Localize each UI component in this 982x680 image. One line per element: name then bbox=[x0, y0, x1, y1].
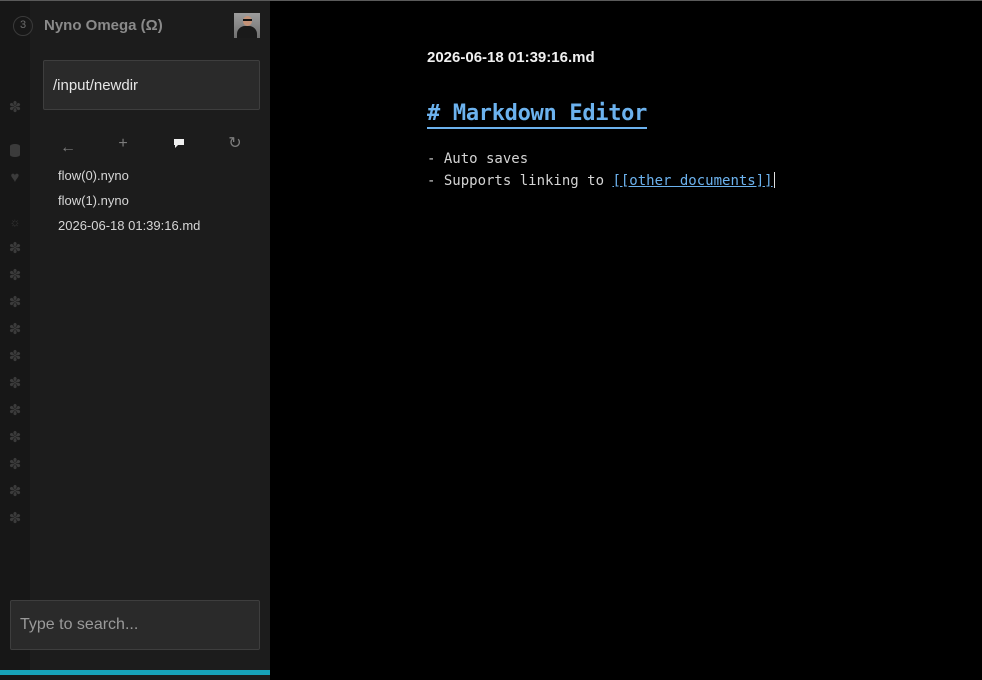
text-caret bbox=[773, 172, 775, 188]
puzzle-icon[interactable]: ✽ bbox=[7, 295, 23, 311]
add-button[interactable]: + bbox=[111, 133, 135, 155]
editor-pane[interactable]: 2026-06-18 01:39:16.md # Markdown Editor… bbox=[270, 1, 982, 680]
comment-icon[interactable] bbox=[167, 133, 191, 155]
file-item[interactable]: 2026-06-18 01:39:16.md bbox=[58, 218, 200, 233]
refresh-button[interactable]: ↻ bbox=[223, 133, 247, 155]
back-button[interactable]: ← bbox=[56, 137, 80, 159]
markdown-heading[interactable]: # Markdown Editor bbox=[427, 101, 647, 129]
app-logo-icon[interactable]: 3 bbox=[13, 16, 33, 36]
file-item[interactable]: flow(1).nyno bbox=[58, 193, 129, 208]
database-icon[interactable] bbox=[7, 143, 23, 159]
progress-bar bbox=[0, 670, 270, 675]
sidebar: 3 Nyno Omega (Ω) ✽ ♥ ☼ ✽ ✽ ✽ ✽ ✽ ✽ ✽ ✽ ✽… bbox=[0, 1, 270, 680]
puzzle-icon[interactable]: ✽ bbox=[7, 349, 23, 365]
puzzle-icon[interactable]: ✽ bbox=[7, 457, 23, 473]
line-text: - Supports linking to bbox=[427, 173, 613, 189]
puzzle-icon[interactable]: ✽ bbox=[7, 241, 23, 257]
path-input[interactable] bbox=[43, 60, 260, 110]
document-link[interactable]: [[other documents]] bbox=[612, 173, 772, 189]
puzzle-icon[interactable]: ✽ bbox=[7, 268, 23, 284]
puzzle-icon[interactable]: ✽ bbox=[7, 430, 23, 446]
avatar-glasses bbox=[243, 19, 252, 21]
document-title: 2026-06-18 01:39:16.md bbox=[427, 49, 595, 66]
puzzle-icon[interactable]: ✽ bbox=[7, 403, 23, 419]
markdown-line[interactable]: - Auto saves bbox=[427, 151, 528, 167]
avatar[interactable] bbox=[234, 13, 260, 38]
markdown-line[interactable]: - Supports linking to [[other documents]… bbox=[427, 172, 775, 189]
avatar-head bbox=[243, 16, 252, 26]
avatar-body bbox=[237, 26, 257, 38]
puzzle-icon[interactable]: ✽ bbox=[7, 100, 23, 116]
heart-icon[interactable]: ♥ bbox=[7, 170, 23, 186]
puzzle-icon[interactable]: ✽ bbox=[7, 376, 23, 392]
puzzle-icon[interactable]: ✽ bbox=[7, 511, 23, 527]
app-title: Nyno Omega (Ω) bbox=[44, 17, 163, 34]
puzzle-icon[interactable]: ✽ bbox=[7, 484, 23, 500]
search-input[interactable] bbox=[10, 600, 260, 650]
puzzle-icon[interactable]: ✽ bbox=[7, 322, 23, 338]
file-item[interactable]: flow(0).nyno bbox=[58, 168, 129, 183]
settings-icon[interactable]: ☼ bbox=[7, 214, 23, 230]
